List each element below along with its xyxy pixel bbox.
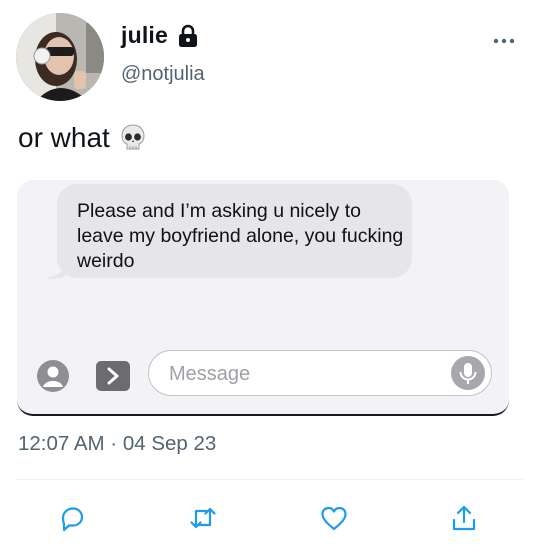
tweet-body: or what — [18, 122, 110, 153]
display-name[interactable]: julie — [121, 22, 168, 49]
profile-photo — [16, 13, 104, 101]
attached-image[interactable]: Please and I’m asking u nicely to leave … — [17, 180, 509, 416]
retweet-icon — [190, 507, 216, 529]
app-drawer-chevron-icon[interactable] — [96, 361, 130, 391]
message-placeholder: Message — [169, 363, 251, 385]
skull-icon — [121, 124, 145, 150]
tweet-text: or what — [18, 122, 146, 154]
avatar[interactable] — [16, 13, 104, 101]
bubble-tail — [45, 256, 69, 279]
contact-icon[interactable] — [37, 360, 69, 392]
lock-icon — [179, 24, 198, 47]
received-message-bubble: Please and I’m asking u nicely to leave … — [57, 184, 412, 278]
share-button[interactable] — [448, 502, 480, 534]
reply-icon — [61, 507, 84, 532]
message-input[interactable]: Message — [148, 350, 492, 396]
received-message-text: Please and I’m asking u nicely to leave … — [77, 200, 404, 272]
like-icon — [321, 506, 347, 531]
user-handle[interactable]: @notjulia — [121, 63, 205, 86]
more-options-icon[interactable] — [492, 36, 516, 46]
microphone-icon[interactable] — [450, 355, 486, 391]
reply-button[interactable] — [56, 502, 88, 534]
divider — [16, 479, 524, 480]
share-icon — [452, 505, 476, 531]
like-button[interactable] — [318, 502, 350, 534]
retweet-button[interactable] — [187, 502, 219, 534]
tweet-timestamp[interactable]: 12:07 AM · 04 Sep 23 — [18, 432, 216, 456]
